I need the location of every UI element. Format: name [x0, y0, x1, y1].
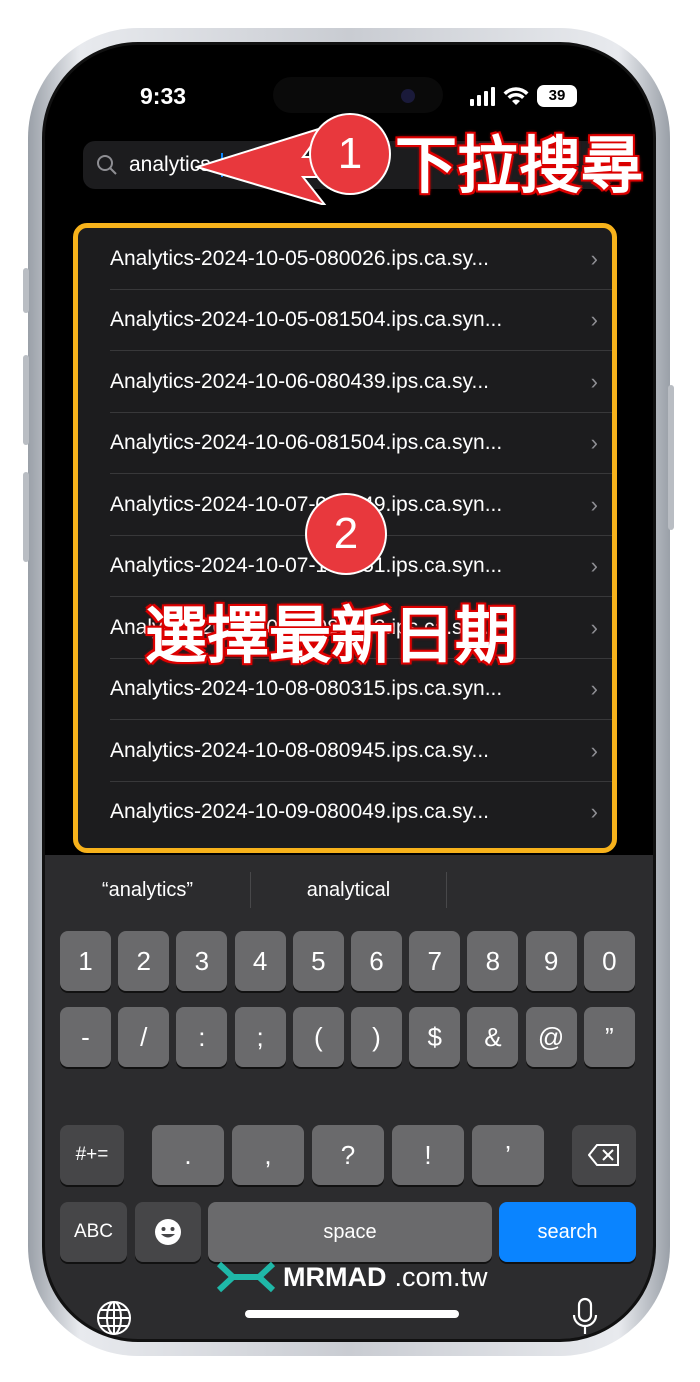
microphone-icon[interactable]	[570, 1297, 600, 1337]
volume-up-button	[23, 355, 29, 445]
step-1-badge: 1	[311, 115, 389, 193]
file-name: Analytics-2024-10-09-080049.ips.ca.sy...	[110, 800, 489, 824]
file-name: Analytics-2024-10-06-080439.ips.ca.sy...	[110, 369, 489, 393]
key-2[interactable]: 3	[176, 931, 228, 991]
key-symbol[interactable]: )	[351, 1007, 402, 1067]
key-9[interactable]: 0	[583, 931, 635, 991]
step-2-badge: 2	[307, 495, 385, 573]
key-symbol[interactable]: ”	[583, 1007, 635, 1067]
delete-icon	[588, 1144, 619, 1166]
wifi-icon	[503, 87, 529, 105]
symbols-key[interactable]: #+=	[60, 1125, 124, 1185]
key-symbol[interactable]: &	[467, 1007, 519, 1067]
chevron-right-icon: ›	[590, 553, 598, 579]
delete-key[interactable]	[572, 1125, 636, 1185]
chevron-right-icon: ›	[590, 676, 598, 702]
chevron-right-icon: ›	[590, 368, 598, 394]
space-key[interactable]: space	[208, 1202, 492, 1262]
step-2-label: 選擇最新日期	[144, 598, 518, 673]
key-punctuation[interactable]: ?	[312, 1125, 384, 1185]
emoji-key[interactable]	[135, 1202, 201, 1262]
chevron-right-icon: ›	[590, 245, 598, 271]
key-symbol[interactable]: $	[409, 1007, 461, 1067]
step-1-label: 下拉搜尋	[394, 128, 644, 203]
key-3[interactable]: 4	[234, 931, 286, 991]
file-name: Analytics-2024-10-06-081504.ips.ca.syn..…	[110, 431, 503, 455]
chevron-right-icon: ›	[590, 737, 598, 763]
chevron-right-icon: ›	[590, 491, 598, 517]
file-row[interactable]: Analytics-2024-10-09-080049.ips.ca.sy...…	[78, 782, 612, 844]
suggestion-item[interactable]: analytical	[251, 879, 446, 902]
key-symbol[interactable]: ;	[234, 1007, 286, 1067]
action-button	[23, 268, 29, 313]
search-icon	[97, 155, 117, 175]
file-row[interactable]: Analytics-2024-10-06-081504.ips.ca.syn..…	[78, 413, 612, 475]
suggestion-item[interactable]: “analytics”	[45, 879, 250, 902]
file-row[interactable]: Analytics-2024-10-05-080026.ips.ca.sy...…	[78, 228, 612, 290]
key-punctuation[interactable]: ,	[232, 1125, 304, 1185]
file-name: Analytics-2024-10-08-080945.ips.ca.sy...	[110, 738, 489, 762]
abc-key[interactable]: ABC	[60, 1202, 127, 1262]
key-symbol[interactable]: -	[60, 1007, 111, 1067]
file-name: Analytics-2024-10-05-080026.ips.ca.sy...	[110, 246, 489, 270]
signal-icon	[470, 86, 495, 106]
chevron-right-icon: ›	[590, 614, 598, 640]
globe-icon[interactable]	[95, 1299, 133, 1337]
file-name: Analytics-2024-10-05-081504.ips.ca.syn..…	[110, 308, 503, 332]
battery-indicator: 39	[537, 85, 577, 107]
chevron-right-icon: ›	[590, 307, 598, 333]
status-icons: 39	[470, 85, 577, 107]
file-name: Analytics-2024-10-07-104151.ips.ca.syn..…	[110, 554, 503, 578]
key-8[interactable]: 9	[525, 931, 577, 991]
home-indicator[interactable]	[245, 1310, 459, 1318]
key-punctuation[interactable]: ’	[472, 1125, 544, 1185]
key-symbol[interactable]: @	[525, 1007, 577, 1067]
camera-icon	[401, 89, 415, 103]
file-row[interactable]: Analytics-2024-10-06-080439.ips.ca.sy...…	[78, 351, 612, 413]
key-7[interactable]: 8	[467, 931, 519, 991]
dynamic-island	[273, 77, 443, 113]
watermark-logo: MRMAD .com.tw	[217, 1260, 488, 1294]
divider	[446, 872, 447, 908]
key-1[interactable]: 2	[118, 931, 170, 991]
chevron-right-icon: ›	[590, 799, 598, 825]
key-5[interactable]: 6	[351, 931, 402, 991]
screen: 9:33 39 analytics Analytics-2024-10-05-0…	[42, 42, 656, 1342]
emoji-icon	[155, 1219, 181, 1245]
mrmad-logo-icon	[217, 1261, 275, 1293]
key-symbol[interactable]: /	[118, 1007, 170, 1067]
key-6[interactable]: 7	[409, 931, 461, 991]
file-name: Analytics-2024-10-07-080049.ips.ca.syn..…	[110, 492, 503, 516]
search-key[interactable]: search	[499, 1202, 636, 1262]
file-name: Analytics-2024-10-08-080315.ips.ca.syn..…	[110, 677, 503, 701]
key-punctuation[interactable]: !	[392, 1125, 464, 1185]
key-symbol[interactable]: :	[176, 1007, 228, 1067]
power-button	[668, 385, 674, 530]
volume-down-button	[23, 472, 29, 562]
keyboard: “analytics” analytical 1 2 3 4 5 6 7 8 9 0 - /:;() $…	[45, 855, 653, 1339]
brand-domain: .com.tw	[394, 1261, 488, 1292]
brand-name: MRMAD	[283, 1261, 387, 1292]
key-punctuation[interactable]: .	[152, 1125, 224, 1185]
key-4[interactable]: 5	[292, 931, 344, 991]
chevron-right-icon: ›	[590, 430, 598, 456]
suggestion-bar: “analytics” analytical	[45, 855, 653, 925]
status-time: 9:33	[140, 83, 187, 109]
file-row[interactable]: Analytics-2024-10-05-081504.ips.ca.syn..…	[78, 290, 612, 352]
key-0[interactable]: 1	[60, 931, 111, 991]
key-symbol[interactable]: (	[292, 1007, 344, 1067]
file-row[interactable]: Analytics-2024-10-08-080945.ips.ca.sy...…	[78, 720, 612, 782]
